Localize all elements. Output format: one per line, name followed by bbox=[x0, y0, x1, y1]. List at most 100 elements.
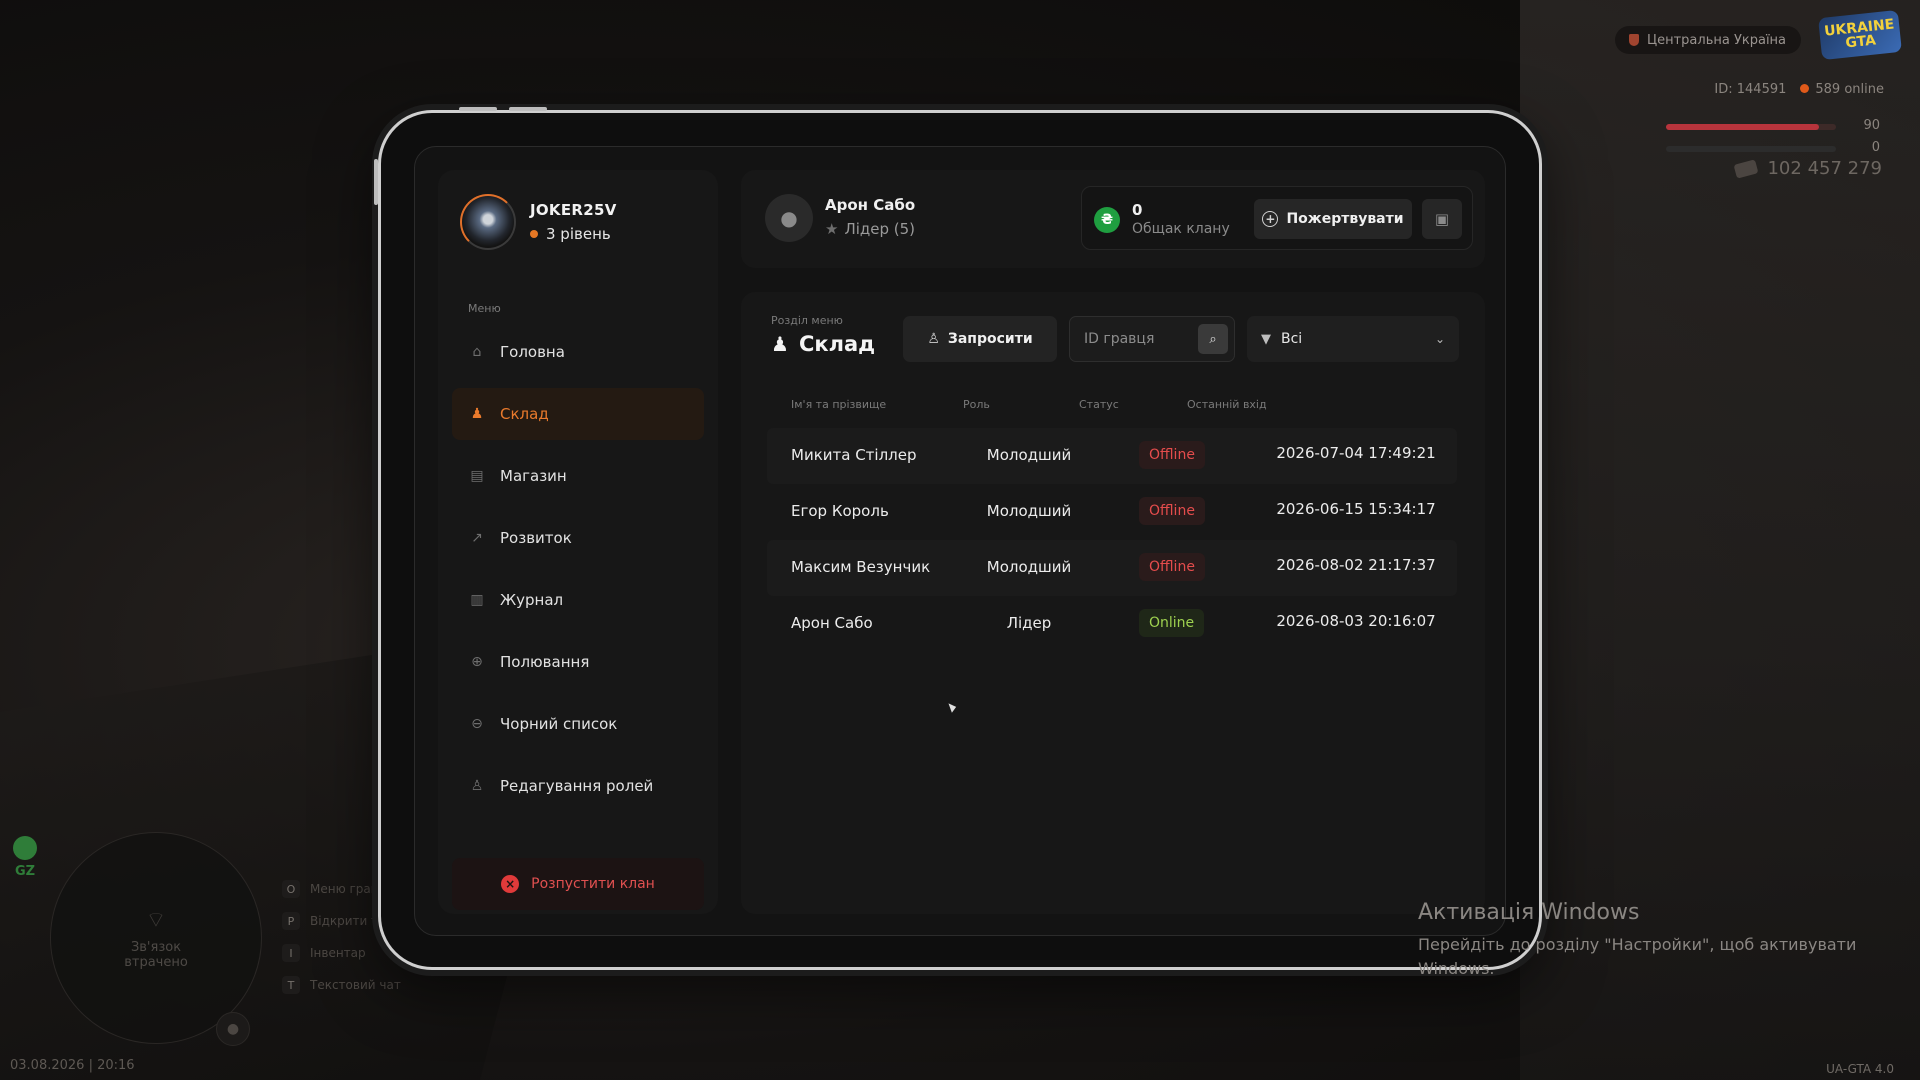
member-role: Лідер bbox=[1006, 614, 1052, 632]
disband-clan-button[interactable]: × Розпустити клан bbox=[452, 858, 704, 910]
green-zone-label: GZ bbox=[14, 864, 36, 879]
region-shield-icon bbox=[1629, 34, 1639, 46]
key-cap: T bbox=[282, 976, 300, 994]
section-caption: Розділ меню bbox=[771, 314, 843, 327]
health-value: 90 bbox=[1863, 118, 1880, 133]
status-filter-dropdown[interactable]: ▼ Всі ⌄ bbox=[1247, 316, 1459, 362]
status-badge: Online bbox=[1139, 609, 1205, 637]
health-bar-fill bbox=[1666, 124, 1819, 130]
table-row[interactable]: Егор Король Молодший Offline 2026-06-15 … bbox=[767, 484, 1457, 540]
donate-button[interactable]: + Пожертвувати bbox=[1254, 199, 1412, 239]
table-row[interactable]: Микита Стіллер Молодший Offline 2026-07-… bbox=[767, 428, 1457, 484]
sidebar-item-label: Полювання bbox=[500, 653, 590, 671]
invite-button[interactable]: ♙ Запросити bbox=[903, 316, 1057, 362]
avatar bbox=[460, 194, 516, 250]
table-row[interactable]: Максим Везунчик Молодший Offline 2026-08… bbox=[767, 540, 1457, 596]
people-icon: ♟ bbox=[771, 332, 789, 356]
key-cap: O bbox=[282, 880, 300, 898]
player-id: ID: 144591 bbox=[1714, 82, 1787, 97]
leader-role-text: Лідер (5) bbox=[844, 220, 916, 238]
search-icon[interactable]: ⌕ bbox=[1198, 324, 1228, 354]
page-title: ♟ Склад bbox=[771, 332, 875, 356]
clan-bank-label: Общак клану bbox=[1132, 221, 1230, 237]
home-icon: ⌂ bbox=[472, 344, 482, 360]
hryvnia-icon: ₴ bbox=[1094, 207, 1120, 233]
money-icon bbox=[1734, 158, 1759, 179]
sidebar-item-blacklist[interactable]: ⊖ Чорний список bbox=[452, 698, 704, 750]
filter-icon: ▼ bbox=[1261, 331, 1271, 347]
sidebar-item-roster[interactable]: ♟ Склад bbox=[452, 388, 704, 440]
keybind-label: Текстовий чат bbox=[310, 978, 401, 992]
column-header-role: Роль bbox=[963, 398, 990, 411]
sidebar-item-development[interactable]: ↗ Розвиток bbox=[452, 512, 704, 564]
member-last-login: 2026-08-02 21:17:37 bbox=[1276, 556, 1436, 574]
members-table: Микита Стіллер Молодший Offline 2026-07-… bbox=[767, 428, 1457, 652]
tablet-screen: JOKER25V 3 рівень Меню ⌂ Головна ♟ Склад ▤… bbox=[414, 146, 1506, 936]
member-role: Молодший bbox=[986, 502, 1072, 520]
clan-bank: ₴ 0 Общак клану + Пожертвувати ▣ bbox=[1081, 186, 1473, 250]
sidebar-item-label: Склад bbox=[500, 405, 549, 423]
sidebar-item-journal[interactable]: ▥ Журнал bbox=[452, 574, 704, 626]
sidebar-item-role-editing[interactable]: ♙ Редагування ролей bbox=[452, 760, 704, 812]
filter-value: Всі bbox=[1281, 331, 1303, 347]
member-last-login: 2026-07-04 17:49:21 bbox=[1276, 444, 1436, 462]
column-header-last-login: Останній вхід bbox=[1187, 398, 1267, 411]
sidebar-item-label: Розвиток bbox=[500, 529, 572, 547]
no-signal-icon: ⌔ bbox=[145, 908, 167, 933]
minus-circle-icon: ⊖ bbox=[471, 716, 483, 732]
status-badge: Offline bbox=[1139, 553, 1205, 581]
player-stats: ID: 144591 589 online bbox=[1714, 82, 1884, 97]
user-gear-icon: ♙ bbox=[470, 778, 484, 794]
page-title-text: Склад bbox=[798, 332, 876, 356]
sidebar-item-label: Чорний список bbox=[500, 715, 618, 733]
add-user-icon: ♙ bbox=[927, 331, 940, 347]
armor-bar bbox=[1666, 146, 1836, 152]
player-level: 3 рівень bbox=[530, 225, 617, 243]
armor-value: 0 bbox=[1871, 140, 1880, 155]
member-name: Максим Везунчик bbox=[791, 558, 931, 576]
archive-icon[interactable]: ▣ bbox=[1422, 199, 1462, 239]
sidebar-item-label: Журнал bbox=[500, 591, 564, 609]
keybind-label: Інвентар bbox=[310, 946, 366, 960]
sidebar-item-label: Головна bbox=[500, 343, 565, 361]
health-bar bbox=[1666, 124, 1836, 130]
donate-label: Пожертвувати bbox=[1286, 211, 1404, 227]
money-value: 102 457 279 bbox=[1767, 158, 1882, 179]
player-level-text: 3 рівень bbox=[546, 225, 611, 243]
member-name: Егор Король bbox=[791, 502, 889, 520]
column-header-name: Ім'я та прізвище bbox=[791, 398, 887, 411]
green-zone-icon bbox=[13, 836, 37, 860]
server-logo: UKRAINE GTA bbox=[1818, 9, 1902, 61]
player-id-input[interactable] bbox=[1070, 317, 1190, 361]
tablet-top-button bbox=[459, 107, 497, 111]
player-name: JOKER25V bbox=[530, 201, 617, 219]
close-icon: × bbox=[501, 875, 520, 893]
windows-activation-title: Активація Windows bbox=[1418, 900, 1640, 925]
menu-caption: Меню bbox=[468, 302, 501, 315]
star-icon: ★ bbox=[825, 220, 839, 238]
region-name: Центральна Україна bbox=[1647, 32, 1787, 48]
table-row[interactable]: Арон Сабо Лідер Online 2026-08-03 20:16:… bbox=[767, 596, 1457, 652]
member-name: Микита Стіллер bbox=[791, 446, 917, 464]
sidebar-item-shop[interactable]: ▤ Магазин bbox=[452, 450, 704, 502]
disband-clan-label: Розпустити клан bbox=[531, 876, 655, 892]
player-search: ⌕ bbox=[1069, 316, 1235, 362]
sidebar-item-hunting[interactable]: ⊕ Полювання bbox=[452, 636, 704, 688]
keybind-row: T Текстовий чат bbox=[282, 976, 426, 994]
region-badge: Центральна Україна bbox=[1615, 26, 1801, 54]
clan-bank-value: 0 bbox=[1132, 201, 1143, 219]
sidebar-item-home[interactable]: ⌂ Головна bbox=[452, 326, 704, 378]
invite-label: Запросити bbox=[947, 331, 1033, 347]
sidebar: JOKER25V 3 рівень Меню ⌂ Головна ♟ Склад ▤… bbox=[438, 170, 718, 914]
online-dot-icon bbox=[1800, 84, 1810, 93]
online-count: 589 online bbox=[1800, 82, 1884, 97]
tablet-top-button bbox=[509, 107, 547, 111]
money-display: 102 457 279 bbox=[1734, 158, 1882, 179]
online-count-text: 589 online bbox=[1815, 82, 1884, 97]
sidebar-menu: ⌂ Головна ♟ Склад ▤ Магазин ↗ Розвиток ▥ Журн… bbox=[452, 326, 704, 822]
crosshair-icon: ⊕ bbox=[471, 654, 483, 670]
key-cap: P bbox=[282, 912, 300, 930]
leader-avatar-icon: ● bbox=[765, 194, 813, 242]
game-version: UA-GTA 4.0 bbox=[1826, 1062, 1894, 1076]
tablet-side-button bbox=[374, 159, 378, 205]
